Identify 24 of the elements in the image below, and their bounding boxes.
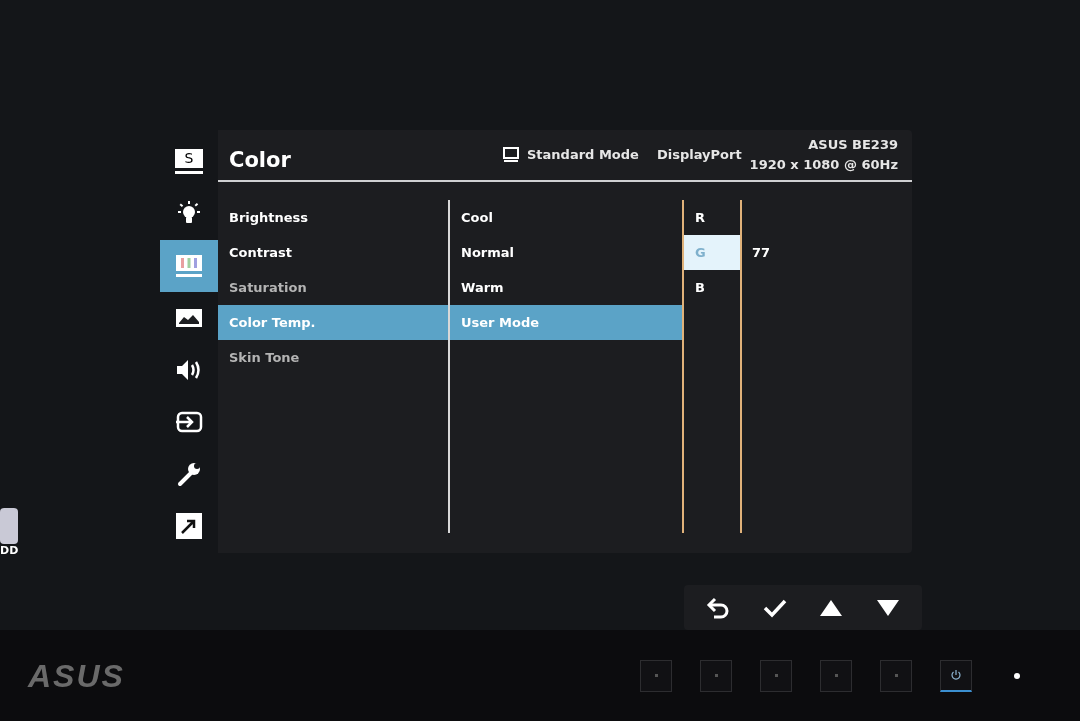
color-channel-item[interactable]: B bbox=[684, 270, 740, 305]
resolution-label: 1920 x 1080 @ 60Hz bbox=[749, 155, 898, 174]
menu-item[interactable]: Contrast bbox=[218, 235, 448, 270]
back-arrow-icon bbox=[706, 596, 731, 619]
wrench-icon bbox=[175, 461, 203, 487]
osd-title: Color bbox=[229, 146, 291, 174]
model-label: ASUS BE239 bbox=[808, 136, 898, 154]
bezel-logo: ASUS bbox=[28, 656, 125, 696]
monitor-icon bbox=[503, 147, 519, 162]
mode-label: Standard Mode bbox=[527, 145, 639, 164]
file-icon bbox=[0, 508, 18, 544]
color-bars-icon bbox=[175, 253, 203, 279]
input-source-icon bbox=[175, 409, 203, 435]
bezel-key[interactable] bbox=[940, 659, 972, 692]
channel-value: 77 bbox=[752, 243, 771, 262]
osd-category-tab[interactable]: S bbox=[160, 136, 218, 188]
submenu-item[interactable]: Cool bbox=[450, 200, 682, 235]
desktop-icon-label: DD bbox=[0, 544, 19, 558]
color-channel-item[interactable]: R bbox=[684, 200, 740, 235]
input-label: DisplayPort bbox=[656, 145, 742, 164]
submenu-item[interactable]: Normal bbox=[450, 235, 682, 270]
power-icon bbox=[950, 669, 962, 681]
submenu-item[interactable]: Warm bbox=[450, 270, 682, 305]
menu-item[interactable]: Brightness bbox=[218, 200, 448, 235]
